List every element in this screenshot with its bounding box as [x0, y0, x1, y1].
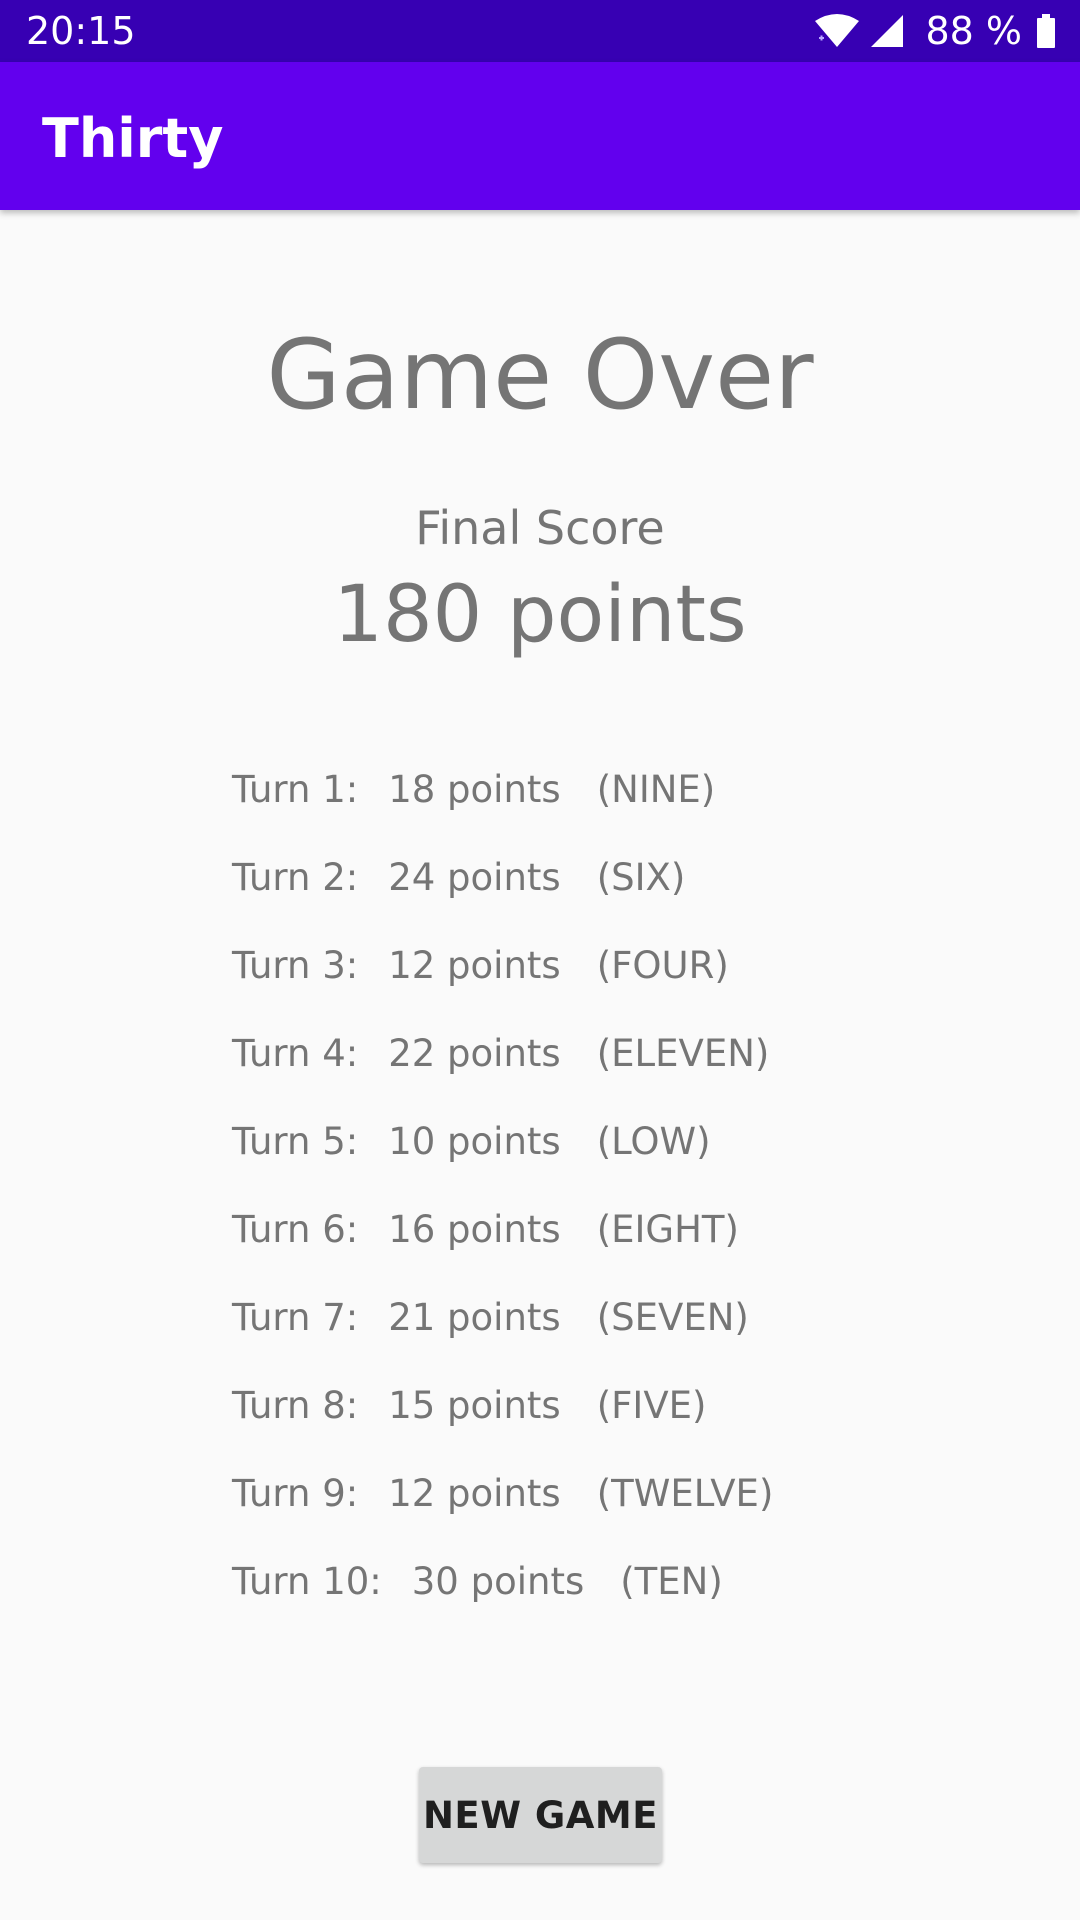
turn-label: Turn 10: [232, 1560, 382, 1603]
turn-choice: (SEVEN) [596, 1296, 749, 1339]
turn-row-6: Turn 6: 16 points (EIGHT) [232, 1202, 1032, 1290]
turn-points: 22 points [388, 1032, 561, 1075]
turn-choice: (TEN) [620, 1560, 723, 1603]
app-title: Thirty [42, 107, 224, 170]
turn-label: Turn 1: [232, 768, 359, 811]
turn-points: 10 points [388, 1120, 561, 1163]
turn-score-list: Turn 1: 18 points (NINE) Turn 2: 24 points (… [232, 762, 1032, 1642]
turn-label: Turn 3: [232, 944, 359, 987]
turn-label: Turn 9: [232, 1472, 359, 1515]
turn-points: 30 points [411, 1560, 585, 1603]
turn-points: 21 points [388, 1296, 561, 1339]
turn-row-7: Turn 7: 21 points (SEVEN) [232, 1290, 1032, 1378]
turn-choice: (FOUR) [596, 944, 729, 987]
turn-row-4: Turn 4: 22 points (ELEVEN) [232, 1026, 1032, 1114]
battery-icon [1036, 14, 1056, 48]
turn-label: Turn 5: [232, 1120, 359, 1163]
turn-row-8: Turn 8: 15 points (FIVE) [232, 1378, 1032, 1466]
status-icons: 88 % [813, 10, 1056, 52]
turn-row-3: Turn 3: 12 points (FOUR) [232, 938, 1032, 1026]
turn-choice: (LOW) [596, 1120, 711, 1163]
turn-row-2: Turn 2: 24 points (SIX) [232, 850, 1032, 938]
turn-row-9: Turn 9: 12 points (TWELVE) [232, 1466, 1032, 1554]
turn-points: 18 points [388, 768, 561, 811]
turn-points: 24 points [388, 856, 561, 899]
turn-row-5: Turn 5: 10 points (LOW) [232, 1114, 1032, 1202]
turn-label: Turn 8: [232, 1384, 359, 1427]
status-bar: 20:15 88 % [0, 0, 1080, 62]
turn-row-10: Turn 10: 30 points (TEN) [232, 1554, 1032, 1642]
turn-choice: (TWELVE) [596, 1472, 774, 1515]
signal-icon [869, 13, 905, 49]
turn-choice: (ELEVEN) [596, 1032, 770, 1075]
turn-choice: (SIX) [596, 856, 686, 899]
turn-label: Turn 7: [232, 1296, 359, 1339]
app-bar: Thirty [0, 62, 1080, 210]
turn-points: 15 points [388, 1384, 561, 1427]
turn-points: 12 points [388, 944, 561, 987]
turn-points: 12 points [388, 1472, 561, 1515]
game-over-heading: Game Over [266, 319, 814, 431]
turn-row-1: Turn 1: 18 points (NINE) [232, 762, 1032, 850]
final-score-value: 180 points [333, 570, 747, 660]
turn-choice: (FIVE) [596, 1384, 707, 1427]
turn-label: Turn 4: [232, 1032, 359, 1075]
new-game-button[interactable]: NEW GAME [419, 1767, 662, 1863]
status-time: 20:15 [26, 9, 136, 53]
turn-choice: (EIGHT) [596, 1208, 739, 1251]
turn-label: Turn 6: [232, 1208, 359, 1251]
battery-percentage: 88 % [925, 9, 1022, 53]
final-score-label: Final Score [415, 501, 665, 555]
turn-choice: (NINE) [596, 768, 716, 811]
wifi-icon [813, 13, 861, 49]
turn-label: Turn 2: [232, 856, 359, 899]
turn-points: 16 points [388, 1208, 561, 1251]
